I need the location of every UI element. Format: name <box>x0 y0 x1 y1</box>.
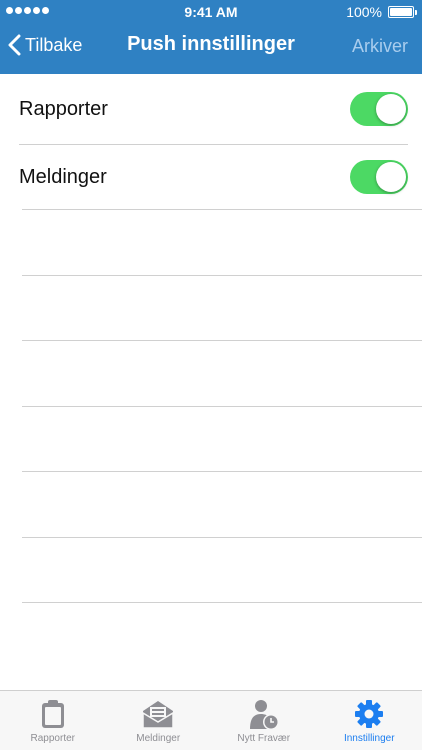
settings-list: Rapporter Meldinger <box>0 74 422 210</box>
divider <box>22 275 422 276</box>
tab-label: Rapporter <box>30 733 75 744</box>
status-bar: 9:41 AM 100% <box>0 0 422 22</box>
battery-percentage: 100% <box>346 4 382 20</box>
setting-label-rapporter: Rapporter <box>19 97 108 120</box>
battery-icon <box>388 6 417 18</box>
back-button[interactable]: Tilbake <box>8 34 82 56</box>
setting-row-meldinger: Meldinger <box>0 144 422 210</box>
divider <box>22 406 422 407</box>
tab-meldinger[interactable]: Meldinger <box>106 691 212 750</box>
divider <box>22 537 422 538</box>
meldinger-toggle[interactable] <box>350 160 408 194</box>
divider <box>22 209 422 210</box>
divider <box>22 471 422 472</box>
chevron-left-icon <box>8 34 21 56</box>
back-button-label: Tilbake <box>25 34 83 55</box>
gear-icon <box>354 699 384 734</box>
rapporter-toggle[interactable] <box>350 92 408 126</box>
tab-label: Meldinger <box>136 733 181 744</box>
archive-button[interactable]: Arkiver <box>352 36 408 57</box>
clipboard-icon <box>40 699 66 734</box>
divider <box>22 602 422 603</box>
tab-bar: Rapporter Meldinger Nytt Fravær Innstill… <box>0 690 422 750</box>
tab-nytt-fravaer[interactable]: Nytt Fravær <box>211 691 317 750</box>
setting-row-rapporter: Rapporter <box>0 74 422 144</box>
envelope-icon <box>142 699 174 734</box>
divider <box>22 340 422 341</box>
tab-label: Innstillinger <box>343 733 395 744</box>
tab-rapporter[interactable]: Rapporter <box>0 691 106 750</box>
tab-innstillinger[interactable]: Innstillinger <box>317 691 422 750</box>
person-clock-icon <box>248 699 280 736</box>
navigation-bar: Tilbake Push innstillinger Arkiver <box>0 22 422 72</box>
header: 9:41 AM 100% Tilbake Push innstillinger … <box>0 0 422 74</box>
tab-label: Nytt Fravær <box>237 733 291 744</box>
setting-label-meldinger: Meldinger <box>19 165 107 188</box>
